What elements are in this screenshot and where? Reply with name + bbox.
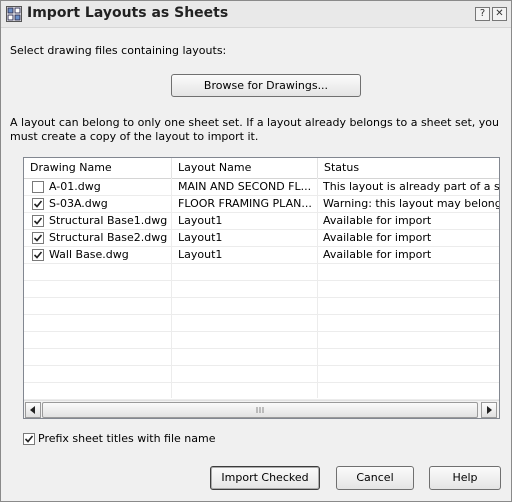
layouts-list[interactable]: Drawing Name Layout Name Status A-01.dwg…	[23, 157, 500, 419]
table-row[interactable]: Wall Base.dwg Layout1 Available for import	[24, 247, 499, 264]
empty-row	[24, 383, 499, 400]
cell-status: This layout is already part of a sheet	[323, 180, 499, 193]
cell-layout-name: Layout1	[178, 231, 223, 244]
help-icon[interactable]: ?	[475, 7, 490, 21]
list-rows: A-01.dwg MAIN AND SECOND FL... This layout…	[24, 179, 499, 400]
prefix-option-label[interactable]: Prefix sheet titles with file name	[38, 432, 215, 445]
row-checkbox[interactable]	[32, 181, 44, 193]
prefix-checkbox[interactable]	[23, 433, 35, 445]
row-checkbox[interactable]	[32, 249, 44, 261]
select-files-label: Select drawing files containing layouts:	[10, 44, 227, 57]
list-header: Drawing Name Layout Name Status	[24, 158, 499, 179]
title-bar[interactable]: Import Layouts as Sheets ? ✕	[1, 1, 511, 28]
table-row[interactable]: Structural Base2.dwg Layout1 Available for…	[24, 230, 499, 247]
empty-row	[24, 281, 499, 298]
checkmark-icon	[33, 251, 43, 259]
column-header-status[interactable]: Status	[318, 158, 499, 178]
import-layouts-dialog: Import Layouts as Sheets ? ✕ Select draw…	[0, 0, 512, 502]
cell-drawing-name: S-03A.dwg	[49, 197, 108, 210]
empty-row	[24, 264, 499, 281]
dialog-title: Import Layouts as Sheets	[27, 5, 229, 21]
empty-row	[24, 315, 499, 332]
row-checkbox[interactable]	[32, 232, 44, 244]
empty-row	[24, 366, 499, 383]
cell-layout-name: Layout1	[178, 248, 223, 261]
cell-layout-name: Layout1	[178, 214, 223, 227]
close-icon[interactable]: ✕	[492, 7, 507, 21]
table-row[interactable]: Structural Base1.dwg Layout1 Available for…	[24, 213, 499, 230]
row-checkbox[interactable]	[32, 215, 44, 227]
empty-row	[24, 332, 499, 349]
help-button[interactable]: Help	[429, 466, 501, 490]
cancel-button[interactable]: Cancel	[336, 466, 414, 490]
cell-drawing-name: Wall Base.dwg	[49, 248, 129, 261]
empty-row	[24, 349, 499, 366]
row-checkbox[interactable]	[32, 198, 44, 210]
table-row[interactable]: A-01.dwg MAIN AND SECOND FL... This layout…	[24, 179, 499, 196]
cell-layout-name: MAIN AND SECOND FL...	[178, 180, 312, 193]
arrow-left-icon[interactable]	[25, 402, 41, 418]
column-header-layout-name[interactable]: Layout Name	[172, 158, 318, 178]
browse-drawings-button[interactable]: Browse for Drawings...	[171, 74, 361, 97]
cell-drawing-name: Structural Base2.dwg	[49, 231, 168, 244]
horizontal-scrollbar[interactable]	[24, 400, 499, 418]
sheet-set-note-line2: must create a copy of the layout to impo…	[10, 130, 259, 143]
empty-row	[24, 298, 499, 315]
arrow-right-icon[interactable]	[481, 402, 497, 418]
cell-drawing-name: A-01.dwg	[49, 180, 101, 193]
table-row[interactable]: S-03A.dwg FLOOR FRAMING PLAN... Warning: t…	[24, 196, 499, 213]
scrollbar-thumb[interactable]	[42, 402, 478, 418]
cell-status: Available for import	[323, 231, 432, 244]
import-layouts-icon	[6, 6, 22, 22]
checkmark-icon	[33, 234, 43, 242]
cell-drawing-name: Structural Base1.dwg	[49, 214, 168, 227]
cell-status: Available for import	[323, 214, 432, 227]
cell-layout-name: FLOOR FRAMING PLAN...	[178, 197, 312, 210]
checkmark-icon	[24, 435, 34, 443]
cell-status: Available for import	[323, 248, 432, 261]
column-header-drawing-name[interactable]: Drawing Name	[24, 158, 172, 178]
import-checked-button[interactable]: Import Checked	[210, 466, 320, 490]
checkmark-icon	[33, 200, 43, 208]
sheet-set-note-line1: A layout can belong to only one sheet se…	[10, 116, 500, 129]
checkmark-icon	[33, 217, 43, 225]
cell-status: Warning: this layout may belong to a	[323, 197, 499, 210]
